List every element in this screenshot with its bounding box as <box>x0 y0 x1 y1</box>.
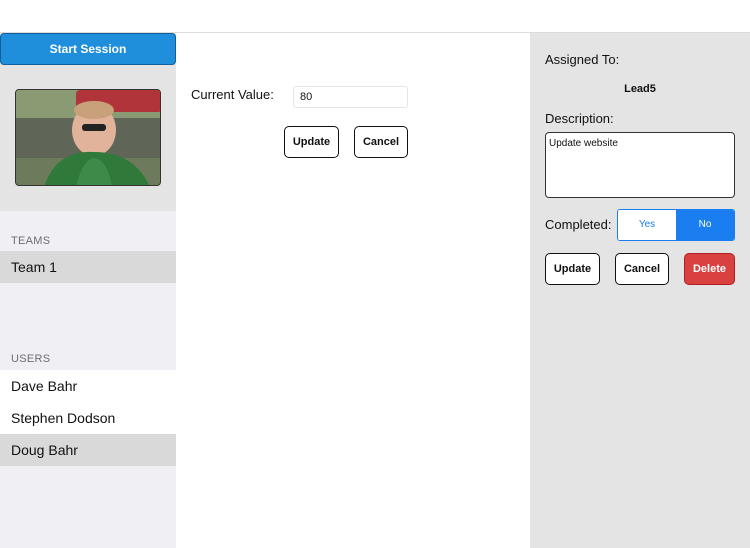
completed-label: Completed: <box>545 217 612 232</box>
top-bar <box>0 0 750 33</box>
detail-cancel-button[interactable]: Cancel <box>615 253 669 285</box>
user-item[interactable]: Dave Bahr <box>0 370 176 402</box>
completed-toggle[interactable]: Yes No <box>617 209 735 241</box>
current-value-input[interactable] <box>293 86 408 108</box>
teams-header: TEAMS <box>11 235 51 247</box>
detail-update-button[interactable]: Update <box>545 253 600 285</box>
description-label: Description: <box>545 111 614 126</box>
delete-button[interactable]: Delete <box>684 253 735 285</box>
user-item[interactable]: Stephen Dodson <box>0 402 176 434</box>
update-button[interactable]: Update <box>284 126 339 158</box>
avatar <box>15 89 161 186</box>
user-item[interactable]: Doug Bahr <box>0 434 176 466</box>
sidebar: Start Session TEAMS Team 1 USERS Dave Ba… <box>0 33 176 548</box>
current-value-label: Current Value: <box>191 87 274 102</box>
description-field[interactable]: Update website <box>545 132 735 198</box>
avatar-photo <box>16 90 160 185</box>
assigned-to-label: Assigned To: <box>545 52 620 67</box>
completed-no-option[interactable]: No <box>676 210 734 240</box>
center-panel: Current Value: Update Cancel <box>176 33 530 548</box>
start-session-button[interactable]: Start Session <box>0 33 176 65</box>
users-header: USERS <box>11 353 51 365</box>
completed-yes-option[interactable]: Yes <box>618 210 676 240</box>
detail-panel: Assigned To: Lead5 Description: Update w… <box>530 33 750 548</box>
profile-area: Start Session <box>0 33 176 211</box>
assigned-to-value: Lead5 <box>624 83 656 95</box>
team-item[interactable]: Team 1 <box>0 251 176 283</box>
cancel-button[interactable]: Cancel <box>354 126 408 158</box>
